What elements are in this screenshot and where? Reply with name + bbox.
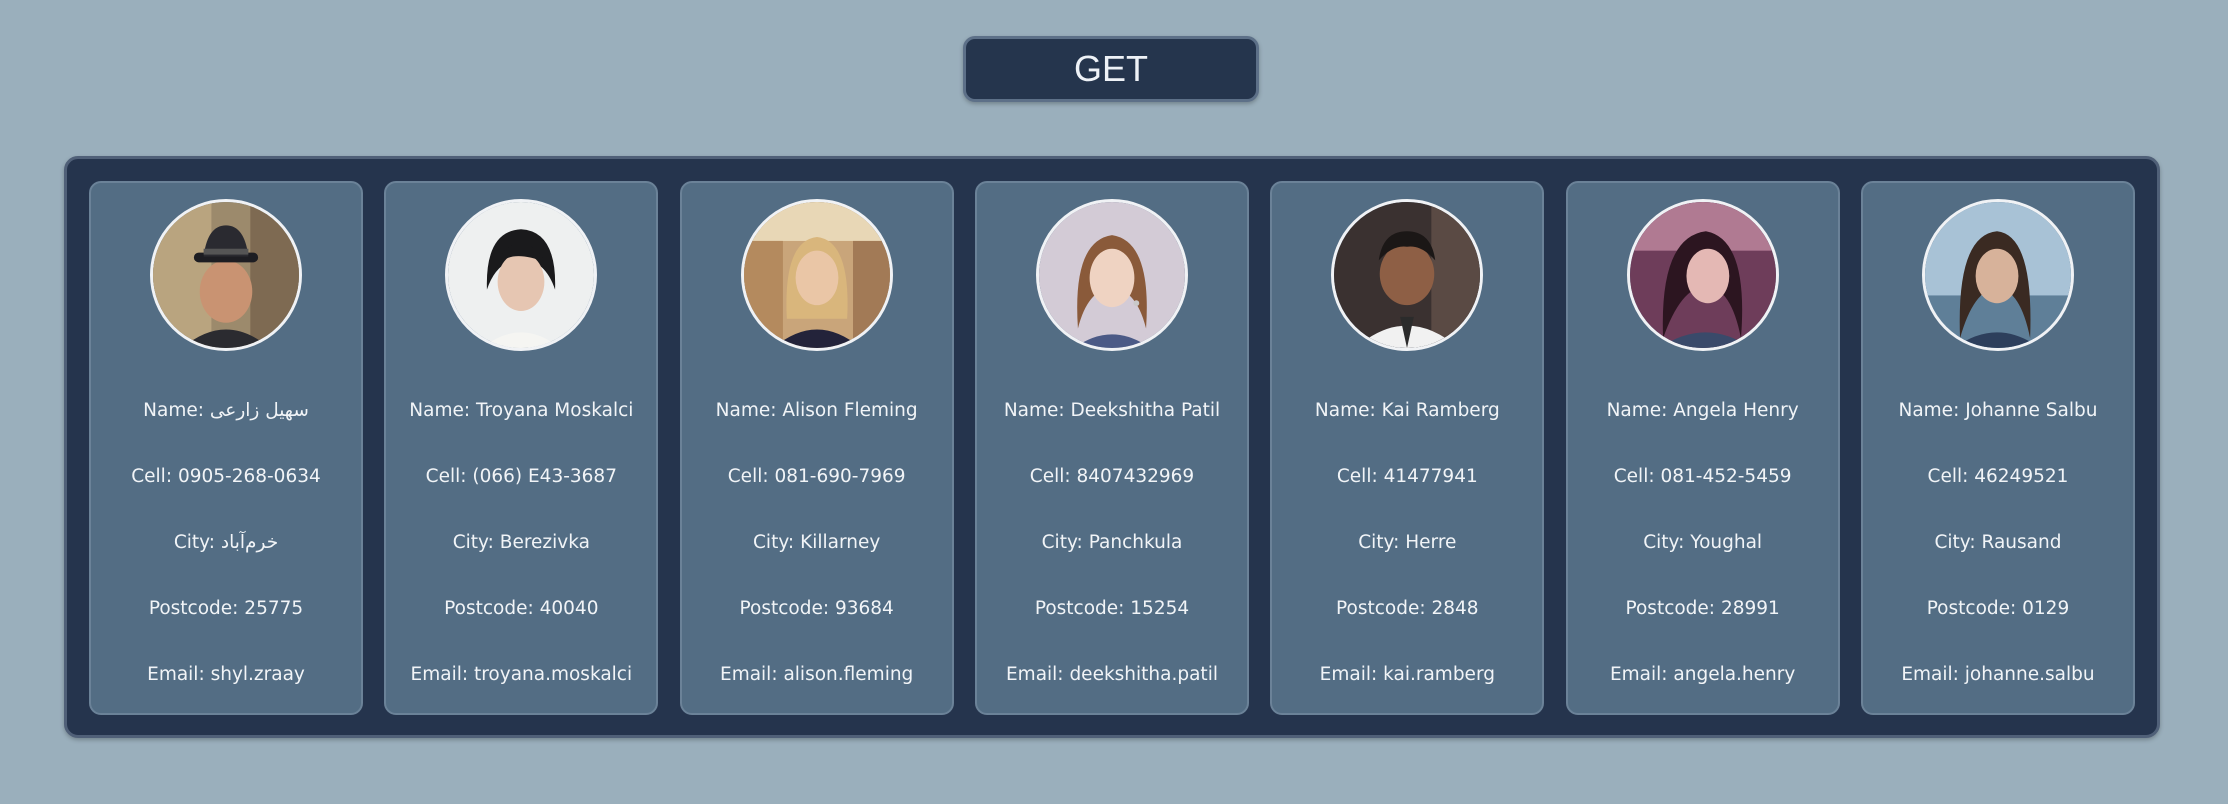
user-name: Name: Troyana Moskalci — [409, 400, 634, 421]
user-cell: Cell: 081-452-5459 — [1613, 466, 1792, 487]
user-avatar — [1626, 199, 1779, 351]
user-name: Name: Johanne Salbu — [1898, 400, 2098, 421]
user-postcode: Postcode: 2848 — [1336, 598, 1479, 619]
user-city: City: Berezivka — [452, 532, 590, 553]
user-city: City: Killarney — [753, 532, 881, 553]
user-city: City: Youghal — [1643, 532, 1763, 553]
woman-blonde-shop-photo — [743, 202, 890, 348]
user-city: City: Rausand — [1934, 532, 2062, 553]
user-name: Name: Kai Ramberg — [1314, 400, 1500, 421]
user-card: Name: Kai Ramberg Cell: 41477941 City: H… — [1270, 181, 1545, 715]
user-email: Email: troyana.moskalci — [410, 664, 633, 685]
woman-dark-hair-purple-photo — [1629, 202, 1776, 348]
user-postcode: Postcode: 93684 — [739, 598, 894, 619]
user-email: Email: alison.fleming — [720, 664, 914, 685]
user-city: City: Panchkula — [1041, 532, 1183, 553]
user-name: Name: سهیل زارعی — [143, 400, 309, 421]
user-postcode: Postcode: 0129 — [1926, 598, 2070, 619]
woman-short-dark-hair-photo — [448, 202, 595, 348]
user-postcode: Postcode: 28991 — [1625, 598, 1780, 619]
user-email: Email: shyl.zraay — [147, 664, 305, 685]
user-avatar — [445, 199, 598, 351]
user-city: City: Herre — [1358, 532, 1457, 553]
user-postcode: Postcode: 40040 — [444, 598, 599, 619]
user-cell: Cell: 081-690-7969 — [727, 466, 906, 487]
users-panel: Name: سهیل زارعی Cell: 0905-268-0634 Cit… — [64, 156, 2160, 738]
woman-seaside-photo — [1924, 202, 2071, 348]
user-card: Name: سهیل زارعی Cell: 0905-268-0634 Cit… — [89, 181, 363, 715]
user-card: Name: Deekshitha Patil Cell: 8407432969 … — [974, 181, 1249, 715]
get-button[interactable]: GET — [963, 36, 1259, 102]
user-name: Name: Deekshitha Patil — [1003, 400, 1221, 421]
user-avatar — [1331, 199, 1484, 351]
man-white-shirt-photo — [1334, 202, 1481, 348]
user-name: Name: Alison Fleming — [715, 400, 918, 421]
user-cell: Cell: (066) E43-3687 — [425, 466, 617, 487]
man-fedora-photo — [153, 202, 299, 348]
user-avatar — [1035, 199, 1188, 351]
woman-curly-hair-photo — [1038, 202, 1185, 348]
user-cell: Cell: 46249521 — [1927, 466, 2069, 487]
user-cell: Cell: 41477941 — [1336, 466, 1478, 487]
user-avatar — [150, 199, 302, 351]
user-card: Name: Alison Fleming Cell: 081-690-7969 … — [679, 181, 954, 715]
user-avatar — [1921, 199, 2074, 351]
user-card: Name: Johanne Salbu Cell: 46249521 City:… — [1860, 181, 2135, 715]
user-email: Email: johanne.salbu — [1901, 664, 2095, 685]
user-postcode: Postcode: 15254 — [1034, 598, 1190, 619]
user-postcode: Postcode: 25775 — [148, 598, 304, 619]
user-avatar — [740, 199, 893, 351]
user-cell: Cell: 0905-268-0634 — [131, 466, 321, 487]
user-email: Email: angela.henry — [1609, 664, 1796, 685]
user-card: Name: Angela Henry Cell: 081-452-5459 Ci… — [1565, 181, 1840, 715]
user-card: Name: Troyana Moskalci Cell: (066) E43-3… — [384, 181, 659, 715]
user-email: Email: kai.ramberg — [1319, 664, 1495, 685]
user-city: City: خرم‌آباد — [173, 532, 279, 553]
user-cell: Cell: 8407432969 — [1029, 466, 1195, 487]
user-name: Name: Angela Henry — [1606, 400, 1799, 421]
user-email: Email: deekshitha.patil — [1005, 664, 1218, 685]
